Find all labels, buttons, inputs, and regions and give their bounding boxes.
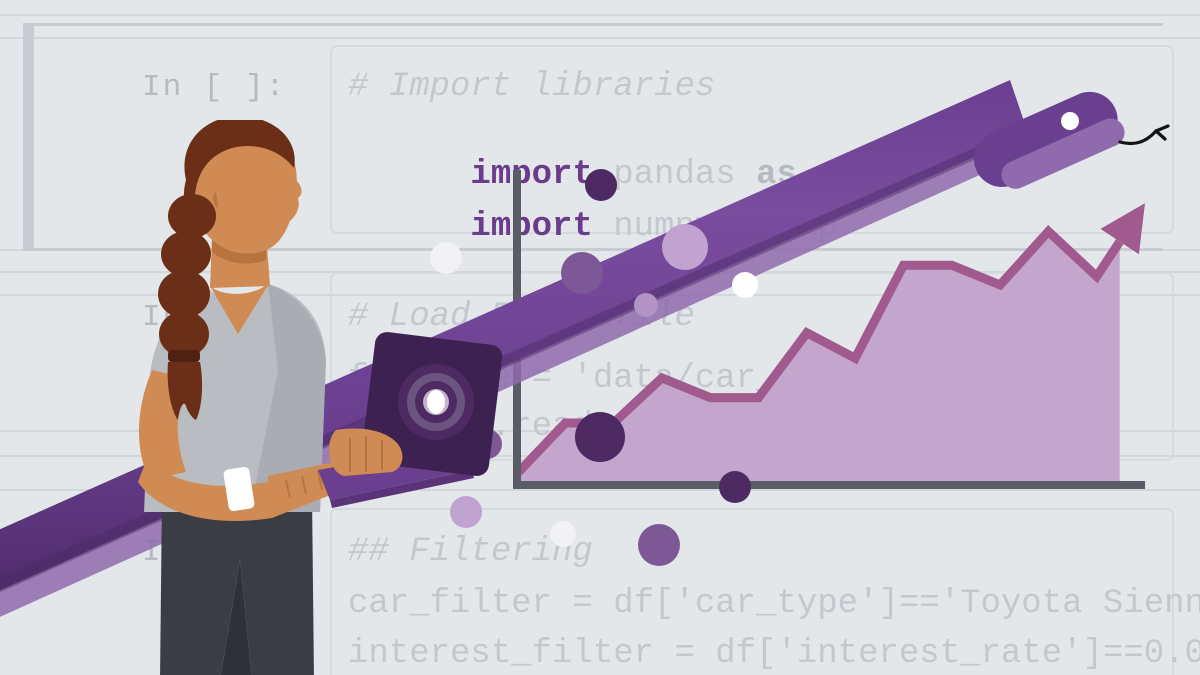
decorative-bubble	[719, 471, 751, 503]
decorative-bubble	[732, 272, 758, 298]
illustration-canvas: In [ ]: # Import libraries import pandas…	[0, 0, 1200, 675]
legs	[160, 495, 314, 675]
laptop-logo-icon	[398, 364, 474, 440]
decorative-bubble	[638, 524, 680, 566]
laptop[interactable]	[318, 331, 504, 508]
decorative-bubble	[585, 169, 617, 201]
hair-tie	[168, 350, 200, 362]
snake-tongue-icon	[1118, 124, 1170, 146]
decorative-bubble	[662, 224, 708, 270]
decorative-bubble	[550, 521, 576, 547]
decorative-bubble	[561, 252, 603, 294]
snake-eye-icon	[1061, 112, 1079, 130]
decorative-bubble	[634, 293, 658, 317]
decorative-bubble	[575, 412, 625, 462]
nose-chin-profile	[276, 172, 302, 228]
woman-with-laptop	[138, 120, 504, 675]
